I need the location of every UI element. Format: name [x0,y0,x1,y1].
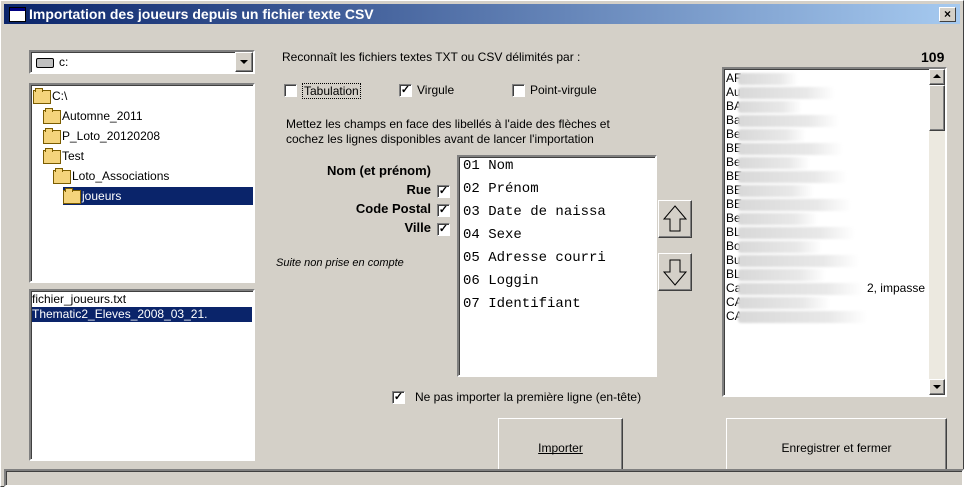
folder-item[interactable]: Automne_2011 [43,107,143,125]
mapping-label: Ville [404,220,431,235]
folder-item[interactable]: Loto_Associations [53,167,169,185]
folder-label: Automne_2011 [62,109,143,123]
remainder-note: Suite non prise en compte [276,257,404,269]
folder-item[interactable]: C:\ [33,87,67,105]
redacted-text [738,73,798,85]
folder-icon [43,127,61,144]
folder-item[interactable]: P_Loto_20120208 [43,127,160,145]
preview-list[interactable]: AF Au BA Ba Be BE Be BE BE BE Be BL Bo Bu BL Ca CA CA 2, i… [722,67,947,397]
up-arrow-icon [662,205,688,232]
preview-scrollbar[interactable] [929,69,945,395]
close-button[interactable]: × [939,7,956,22]
move-down-button[interactable] [658,253,692,291]
folder-label: Loto_Associations [72,169,170,183]
preview-side-text: 2, impasse [866,281,925,295]
skip-header-checkbox[interactable]: ✓ [392,391,405,404]
folder-icon [33,87,51,104]
scroll-down-icon [933,385,941,389]
redacted-text [738,87,835,99]
down-arrow-icon [662,259,688,286]
file-count: 109 [921,49,945,65]
mapping-checkbox[interactable]: ✓ [437,204,450,217]
mapping-label: Nom (et prénom) [327,163,431,178]
redacted-text [738,297,830,309]
delimiter-heading: Reconnaît les fichiers textes TXT ou CSV… [282,50,581,64]
file-item[interactable]: fichier_joueurs.txt [32,292,252,307]
status-bar [4,469,964,487]
folder-icon [63,187,81,204]
file-list[interactable]: fichier_joueurs.txt Thematic2_Eleves_2008… [29,289,255,461]
field-item[interactable]: 01 Nom [463,155,513,178]
import-dialog: Importation des joueurs depuis un fichie… [0,0,964,487]
redacted-text [738,241,822,253]
folder-label: C:\ [52,89,68,103]
redacted-text [738,255,859,267]
folder-icon [43,147,61,164]
redacted-text [738,283,863,295]
folder-label: Test [62,149,85,163]
field-list[interactable]: 01 Nom 02 Prénom 03 Date de naissa 04 Sexe 0… [457,155,657,377]
redacted-text [738,227,855,239]
redacted-text [738,101,802,113]
skip-header-label: Ne pas importer la première ligne (en-tê… [415,390,642,404]
folder-tree[interactable]: C:\ Automne_2011 P_Loto_20120208 Test Loto_A… [29,83,255,283]
delimiter-checkbox-point-virgule[interactable] [512,84,525,97]
mapping-checkbox[interactable]: ✓ [437,185,450,198]
field-item[interactable]: 06 Loggin [463,270,539,293]
scroll-up-icon [933,74,941,78]
redacted-text [738,115,839,127]
folder-item[interactable]: joueurs [63,187,253,205]
folder-label: joueurs [82,189,122,203]
redacted-text [738,171,847,183]
drive-value: c: [59,55,69,69]
field-item[interactable]: 04 Sexe [463,224,522,247]
close-icon: × [943,7,951,21]
field-item[interactable]: 03 Date de naissa [463,201,606,224]
window-title: Importation des joueurs depuis un fichie… [29,6,374,22]
file-item[interactable]: Thematic2_Eleves_2008_03_21. [32,307,252,322]
mapping-label: Rue [406,182,431,197]
mapping-checkbox[interactable]: ✓ [437,223,450,236]
chevron-down-icon [240,60,248,64]
move-up-button[interactable] [658,200,692,238]
folder-icon [43,107,61,124]
drive-select[interactable]: c: [29,50,255,74]
delimiter-label: Virgule [417,83,455,97]
drive-icon [36,58,54,68]
redacted-text [738,269,826,281]
field-item[interactable]: 07 Identifiant [463,293,581,316]
scroll-down-button[interactable] [929,379,945,395]
drive-dropdown-button[interactable] [235,52,253,72]
mapping-label: Code Postal [355,201,431,216]
scroll-up-button[interactable] [929,69,945,85]
redacted-text [738,213,818,225]
delimiter-checkbox-tabulation[interactable] [284,84,297,97]
redacted-text [738,185,814,197]
folder-item[interactable]: Test [43,147,84,165]
delimiter-label: Point-virgule [530,83,597,97]
delimiter-checkbox-virgule[interactable]: ✓ [399,84,412,97]
delimiter-label: Tabulation [302,83,361,99]
folder-icon [53,167,71,184]
scroll-thumb[interactable] [929,85,945,131]
redacted-text [738,129,806,141]
redacted-text [738,143,843,155]
redacted-text [738,157,810,169]
window-icon [9,7,26,22]
folder-label: P_Loto_20120208 [62,129,161,143]
redacted-text [738,199,851,211]
field-item[interactable]: 02 Prénom [463,178,539,201]
title-bar[interactable]: Importation des joueurs depuis un fichie… [4,4,960,24]
field-item[interactable]: 05 Adresse courri [463,247,606,270]
redacted-text [738,311,867,323]
instructions-line-2: cochez les lignes disponibles avant de l… [286,132,594,146]
instructions-line-1: Mettez les champs en face des libellés à… [286,117,610,131]
